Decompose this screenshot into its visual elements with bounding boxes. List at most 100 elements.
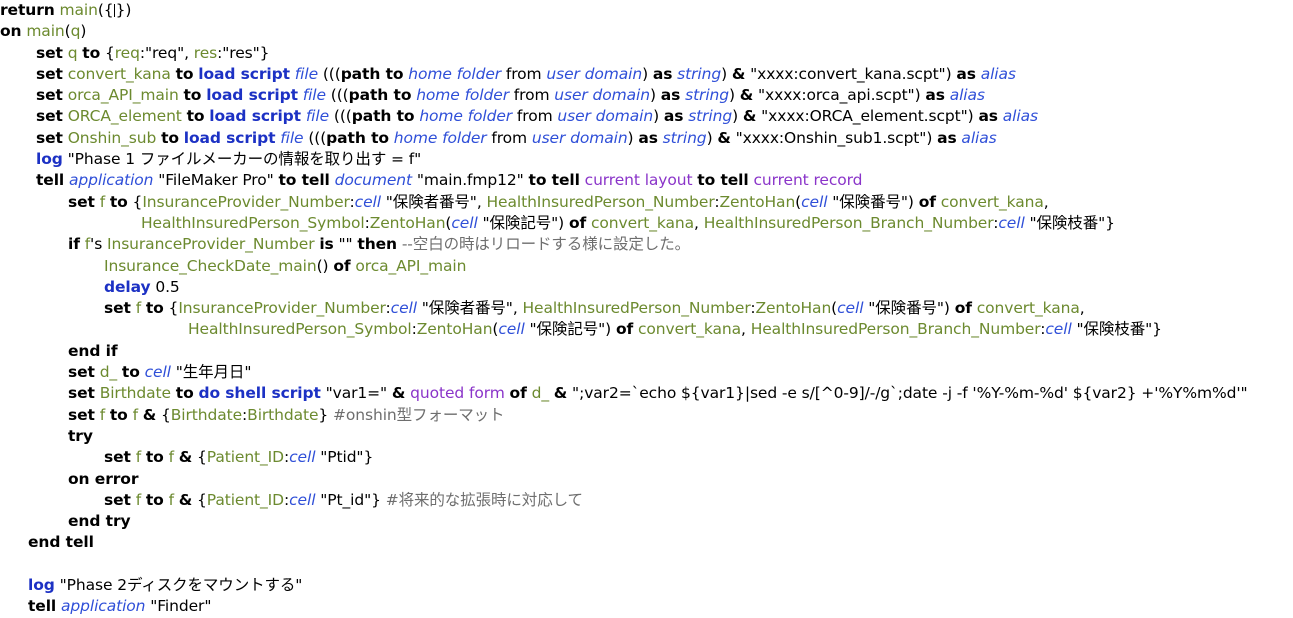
token-var: orca_API_main [355, 256, 467, 275]
token-cls: cell [998, 213, 1025, 232]
token-kw-blk: tell [36, 171, 65, 190]
token-op: } [1105, 213, 1115, 232]
token-var: InsuranceProvider_Number [107, 235, 315, 254]
code-line-20[interactable]: set f to f & {Birthdate:Birthdate} #onsh… [0, 405, 1293, 426]
token-var: Patient_ID [206, 448, 284, 467]
token-op: ) [653, 107, 664, 126]
token-kw-blk: to [145, 490, 164, 509]
token-cls: file [302, 86, 326, 105]
token-op: { [192, 448, 207, 467]
code-line-12[interactable]: if f's InsuranceProvider_Number is "" th… [0, 234, 1293, 255]
token-kw-blk: on error [68, 469, 139, 488]
code-line-22[interactable]: set f to f & {Patient_ID:cell "Ptid"} [0, 447, 1293, 468]
token-cls: alias [1002, 107, 1038, 126]
token-var: Birthdate [170, 405, 243, 424]
token-cls: cell [837, 299, 864, 318]
code-line-25[interactable]: end try [0, 511, 1293, 532]
token-kw-blk: to [82, 43, 101, 62]
code-line-15[interactable]: set f to {InsuranceProvider_Number:cell … [0, 298, 1293, 319]
token-opb: & [742, 107, 757, 126]
token-str: "保険番号" [832, 192, 908, 211]
token-var: Birthdate [99, 384, 171, 403]
token-str: "生年月日" [175, 363, 252, 382]
code-line-7[interactable]: set Onshin_sub to load script file (((pa… [0, 128, 1293, 149]
token-op: from [508, 86, 555, 105]
token-str: "" [338, 235, 353, 254]
code-line-4[interactable]: set convert_kana to load script file (((… [0, 64, 1293, 85]
code-line-13[interactable]: Insurance_CheckDate_main() of orca_API_m… [0, 256, 1293, 277]
token-var: HealthInsuredPerson_Number [486, 192, 715, 211]
token-opb: & [717, 128, 731, 147]
code-line-17[interactable]: end if [0, 341, 1293, 362]
code-line-27[interactable] [0, 554, 1293, 575]
code-line-3[interactable]: set q to {req:"req", res:"res"} [0, 43, 1293, 64]
token-cls: home folder [393, 128, 487, 147]
token-cmt: --空白の時はリロードする様に設定した。 [401, 235, 691, 254]
token-op: , [1079, 299, 1085, 318]
code-line-19[interactable]: set Birthdate to do shell script "var1="… [0, 383, 1293, 404]
token-cls: application [60, 597, 146, 616]
token-opb: is [319, 235, 334, 254]
token-opb: as [956, 64, 976, 83]
code-line-21[interactable]: try [0, 426, 1293, 447]
token-op: ) [558, 213, 569, 232]
token-var: ZentoHan [369, 213, 446, 232]
token-op: } [363, 448, 374, 467]
token-str: "res" [222, 43, 260, 62]
token-kw-blk: if [68, 235, 80, 254]
token-op: } [1152, 320, 1162, 339]
code-line-16[interactable]: HealthInsuredPerson_Symbol:ZentoHan(cell… [0, 319, 1293, 340]
token-str: "保険者番号" [385, 192, 477, 211]
code-line-14[interactable]: delay 0.5 [0, 277, 1293, 298]
token-kw-blk: to [175, 384, 194, 403]
token-str: "保険記号" [529, 320, 606, 339]
code-line-10[interactable]: set f to {InsuranceProvider_Number:cell … [0, 192, 1293, 213]
token-op: , [476, 192, 487, 211]
code-line-11[interactable]: HealthInsuredPerson_Symbol:ZentoHan(cell… [0, 213, 1293, 234]
code-line-29[interactable]: tell application "Finder" [0, 596, 1293, 617]
token-kw-blk: to [121, 363, 140, 382]
token-var: InsuranceProvider_Number [142, 192, 350, 211]
token-opb: as [978, 107, 998, 126]
token-kw-blk: set [36, 107, 63, 126]
token-cls: string [662, 128, 707, 147]
code-line-9[interactable]: tell application "FileMaker Pro" to tell… [0, 170, 1293, 191]
code-line-23[interactable]: on error [0, 469, 1293, 490]
token-kw-blk: end if [68, 341, 118, 360]
token-op: ) [943, 299, 955, 318]
token-var: HealthInsuredPerson_Branch_Number [703, 213, 994, 232]
code-line-1[interactable]: return main({}) [0, 0, 1293, 21]
code-line-24[interactable]: set f to f & {Patient_ID:cell "Pt_id"} #… [0, 490, 1293, 511]
token-op: ) [605, 320, 616, 339]
token-op: } [259, 43, 270, 62]
code-line-28[interactable]: log "Phase 2ディスクをマウントする" [0, 575, 1293, 596]
code-line-18[interactable]: set d_ to cell "生年月日" [0, 362, 1293, 383]
token-opb: of [333, 256, 351, 275]
token-op: ) [125, 1, 132, 19]
token-op: from [501, 64, 547, 83]
token-kw: log [28, 576, 55, 595]
code-line-6[interactable]: set ORCA_element to load script file (((… [0, 106, 1293, 127]
token-ref: current record [753, 171, 863, 190]
token-kw: load script [198, 64, 290, 83]
code-line-26[interactable]: end tell [0, 532, 1293, 553]
token-num: 0.5 [155, 277, 180, 296]
token-var: HealthInsuredPerson_Branch_Number [750, 320, 1041, 339]
token-opb: & [178, 448, 193, 467]
token-str: "保険記号" [482, 213, 559, 232]
token-kw-blk: then [357, 235, 397, 254]
token-opb: as [652, 64, 673, 83]
code-line-5[interactable]: set orca_API_main to load script file ((… [0, 85, 1293, 106]
token-var: InsuranceProvider_Number [178, 299, 386, 318]
token-cls: cell [451, 213, 478, 232]
token-var: ZentoHan [755, 299, 832, 318]
token-str: "xxxx:ORCA_element.scpt" [761, 107, 968, 126]
token-cls: cell [144, 363, 171, 382]
token-op: , [741, 320, 751, 339]
token-cls: file [294, 64, 319, 83]
token-var: Birthdate [247, 405, 319, 424]
code-editor-canvas[interactable]: return main({}) on main(q) set q to {req:"… [0, 0, 1293, 615]
token-var: convert_kana [590, 213, 695, 232]
code-line-2[interactable]: on main(q) [0, 21, 1293, 42]
code-line-8[interactable]: log "Phase 1 ファイルメーカーの情報を取り出す = f" [0, 149, 1293, 170]
